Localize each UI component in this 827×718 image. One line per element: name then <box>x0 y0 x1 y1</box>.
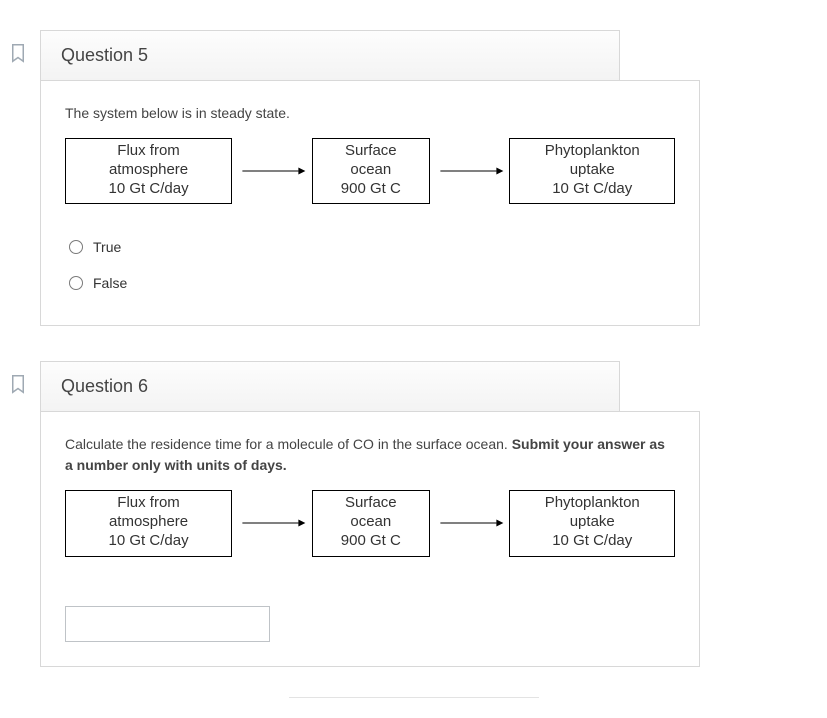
q5-box-c: Phytoplankton uptake 10 Gt C/day <box>509 138 675 204</box>
bookmark-icon[interactable] <box>9 42 27 64</box>
q6-box-a: Flux from atmosphere 10 Gt C/day <box>65 490 232 556</box>
q6-answer-input[interactable] <box>65 606 270 642</box>
q5-box-c-sub: 10 Gt C/day <box>520 180 664 199</box>
q6-box-c-sub: 10 Gt C/day <box>520 532 664 551</box>
bookmark-icon-wrap <box>9 373 31 398</box>
question-5-title: Question 5 <box>61 45 148 65</box>
q6-intro: Calculate the residence time for a molec… <box>65 434 675 476</box>
question-5-body: The system below is in steady state. Flu… <box>40 80 700 326</box>
arrow-icon <box>430 516 510 530</box>
q5-false-label: False <box>93 275 127 291</box>
q5-options: True False <box>65 229 675 301</box>
arrow-icon <box>430 164 510 178</box>
q6-box-c-title: Phytoplankton uptake <box>520 494 664 532</box>
q6-box-b-sub: 900 Gt C <box>323 532 419 551</box>
question-6-title: Question 6 <box>61 376 148 396</box>
q5-diagram: Flux from atmosphere 10 Gt C/day Surface… <box>65 138 675 204</box>
question-6-block: Question 6 Calculate the residence time … <box>15 361 812 666</box>
q5-box-b-title: Surface ocean <box>323 142 419 180</box>
q5-option-true[interactable]: True <box>65 229 675 265</box>
q6-box-a-sub: 10 Gt C/day <box>76 532 221 551</box>
question-6-body: Calculate the residence time for a molec… <box>40 411 700 666</box>
q5-box-b-sub: 900 Gt C <box>323 180 419 199</box>
q6-diagram: Flux from atmosphere 10 Gt C/day Surface… <box>65 490 675 556</box>
q5-option-false[interactable]: False <box>65 265 675 301</box>
question-5-block: Question 5 The system below is in steady… <box>15 30 812 326</box>
q5-box-b: Surface ocean 900 Gt C <box>312 138 430 204</box>
q6-box-a-title: Flux from atmosphere <box>76 494 221 532</box>
q5-box-a: Flux from atmosphere 10 Gt C/day <box>65 138 232 204</box>
arrow-icon <box>232 516 312 530</box>
q5-true-label: True <box>93 239 121 255</box>
question-5-header: Question 5 <box>40 30 620 80</box>
bookmark-icon-wrap <box>9 42 31 67</box>
q6-box-b: Surface ocean 900 Gt C <box>312 490 430 556</box>
q6-box-c: Phytoplankton uptake 10 Gt C/day <box>509 490 675 556</box>
q5-box-c-title: Phytoplankton uptake <box>520 142 664 180</box>
arrow-icon <box>232 164 312 178</box>
q5-intro: The system below is in steady state. <box>65 103 675 124</box>
question-6-header: Question 6 <box>40 361 620 411</box>
q6-box-b-title: Surface ocean <box>323 494 419 532</box>
q6-intro-plain: Calculate the residence time for a molec… <box>65 436 512 452</box>
q5-box-a-sub: 10 Gt C/day <box>76 180 221 199</box>
q5-box-a-title: Flux from atmosphere <box>76 142 221 180</box>
bookmark-icon[interactable] <box>9 373 27 395</box>
radio-icon[interactable] <box>69 240 83 254</box>
divider <box>289 697 539 698</box>
radio-icon[interactable] <box>69 276 83 290</box>
